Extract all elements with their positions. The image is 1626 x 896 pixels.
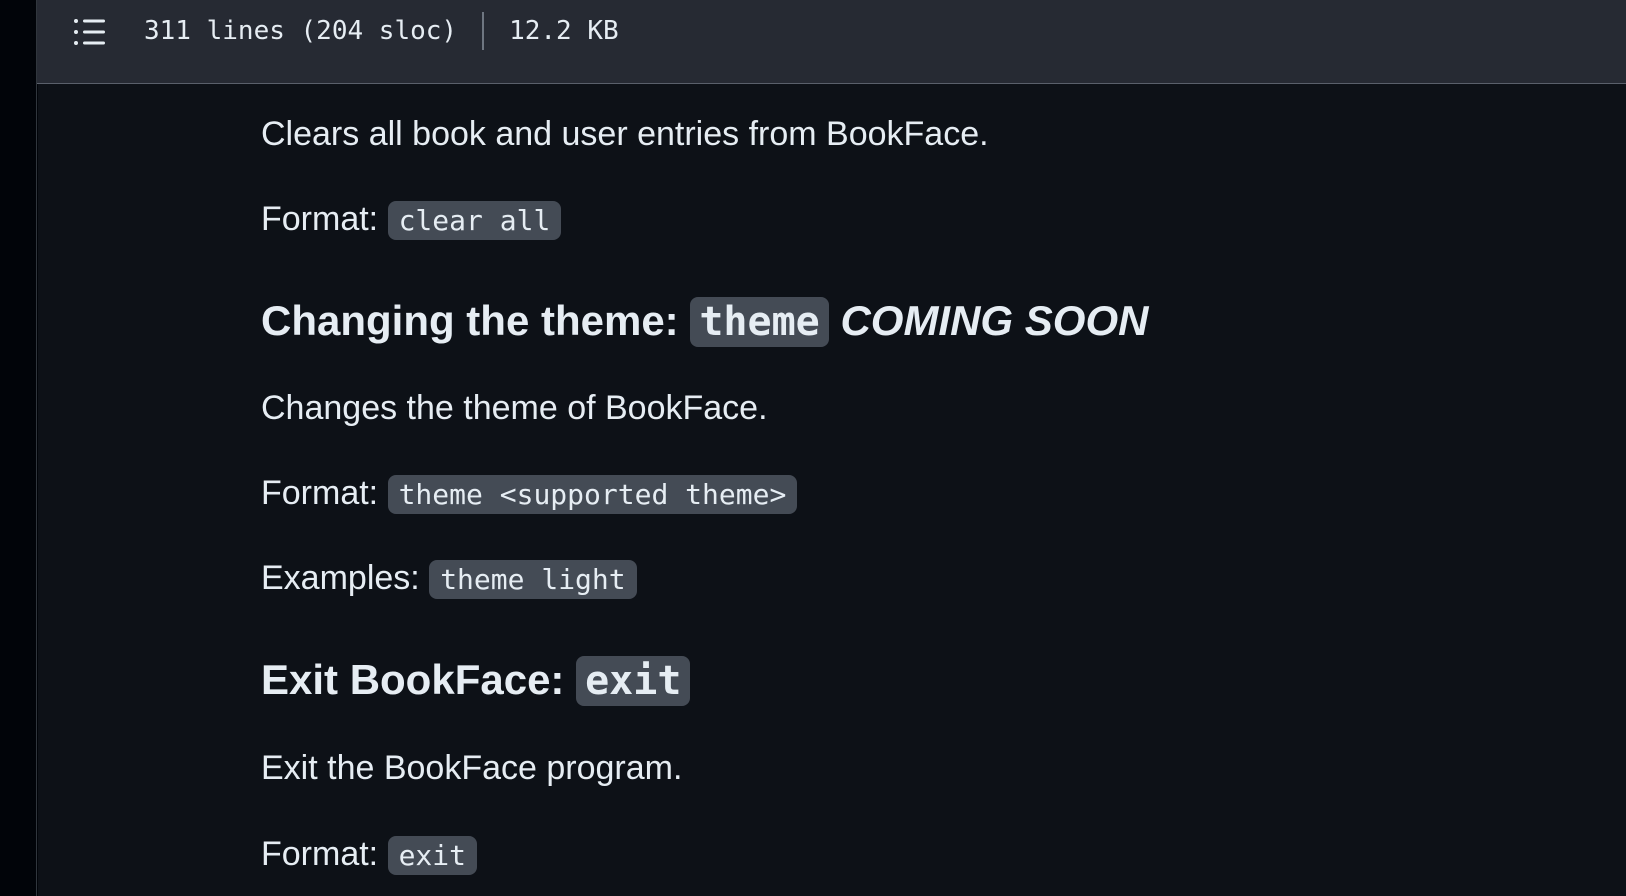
- exit-description: Exit the BookFace program.: [261, 749, 683, 787]
- divider: [482, 12, 485, 50]
- theme-example-code: theme light: [429, 560, 637, 599]
- theme-description: Changes the theme of BookFace.: [261, 389, 768, 427]
- exit-format-code: exit: [387, 836, 478, 875]
- file-size: 12.2 KB: [509, 16, 619, 46]
- list-icon[interactable]: [73, 17, 105, 47]
- exit-format-line: Format: exit: [261, 832, 478, 878]
- exit-heading-text: Exit BookFace:: [261, 656, 565, 703]
- format-label: Format:: [261, 200, 379, 238]
- left-gutter: [0, 0, 37, 896]
- clear-format-code: clear all: [387, 201, 562, 240]
- theme-format-line: Format: theme <supported theme>: [261, 471, 798, 517]
- theme-heading-text: Changing the theme:: [261, 297, 679, 344]
- theme-heading: Changing the theme: theme COMING SOON: [261, 294, 1148, 349]
- clear-format-line: Format: clear all: [261, 197, 562, 243]
- file-info: 311 lines (204 sloc) 12.2 KB: [144, 12, 619, 50]
- exit-heading: Exit BookFace: exit: [261, 653, 691, 708]
- exit-heading-code: exit: [576, 656, 691, 706]
- examples-label: Examples:: [261, 559, 420, 597]
- format-label: Format:: [261, 835, 379, 873]
- line-count: 311 lines (204 sloc): [144, 16, 458, 46]
- theme-examples-line: Examples: theme light: [261, 556, 637, 602]
- coming-soon-label: COMING SOON: [840, 297, 1149, 344]
- theme-format-code: theme <supported theme>: [387, 475, 798, 514]
- markdown-body: Clears all book and user entries from Bo…: [261, 84, 1561, 896]
- file-header: 311 lines (204 sloc) 12.2 KB: [37, 0, 1626, 84]
- format-label: Format:: [261, 474, 379, 512]
- clear-description: Clears all book and user entries from Bo…: [261, 115, 989, 153]
- theme-heading-code: theme: [690, 297, 829, 347]
